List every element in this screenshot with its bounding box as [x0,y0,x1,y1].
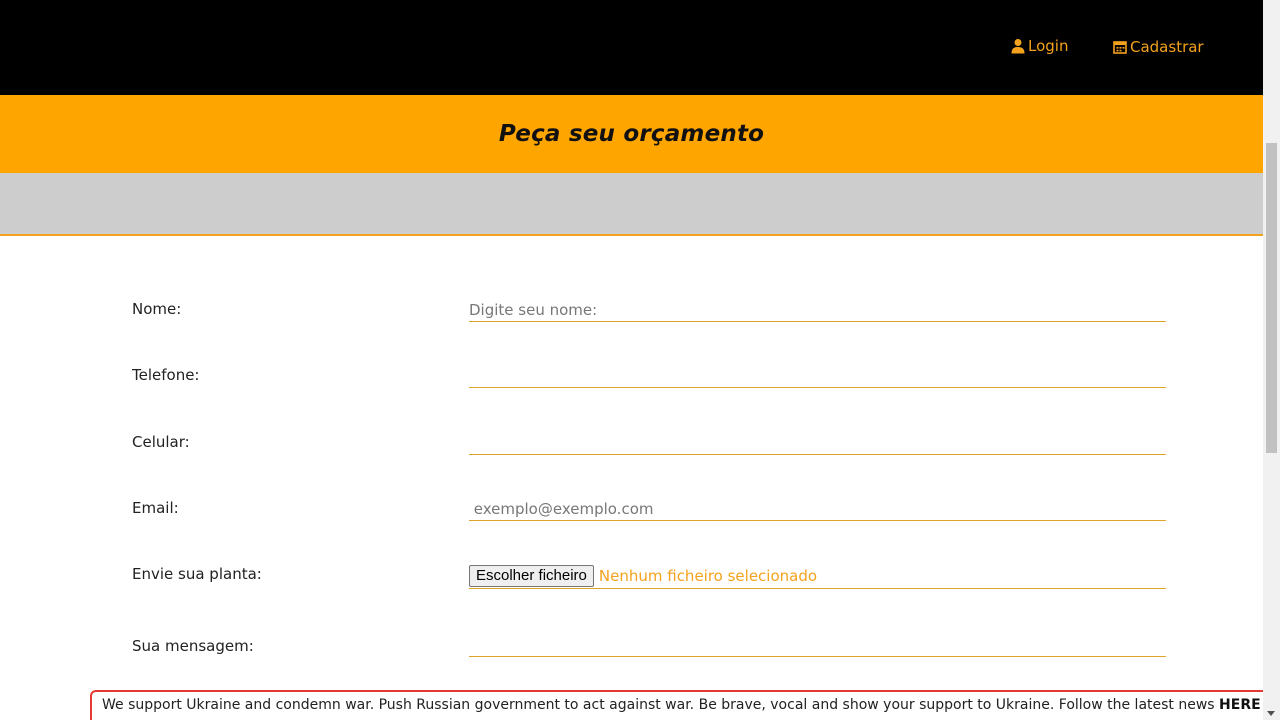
form-row-nome: Nome: [132,298,1166,338]
gray-band [0,173,1263,236]
file-status: Nenhum ficheiro selecionado [598,566,818,585]
quote-banner: Peça seu orçamento [0,95,1263,173]
email-input[interactable] [469,497,1166,521]
email-label: Email: [132,499,179,517]
choose-file-button[interactable]: Escolher ficheiro [469,564,594,587]
page-title: Peça seu orçamento [498,121,765,147]
form-row-mensagem: Sua mensagem: [132,633,1166,675]
cadastrar-link[interactable]: Cadastrar [1112,38,1204,56]
top-navbar: Login Cadastrar [0,0,1263,95]
form-row-telefone: Telefone: [132,364,1166,404]
form-row-planta: Envie sua planta: Escolher ficheiro Nenh… [132,563,1166,603]
form-row-email: Email: [132,497,1166,537]
celular-label: Celular: [132,433,190,451]
file-upload-field: Escolher ficheiro Nenhum ficheiro seleci… [469,563,1166,589]
scroll-down-arrow-icon[interactable] [1267,711,1275,716]
cadastrar-label: Cadastrar [1130,38,1204,56]
calendar-icon [1113,41,1127,54]
page-scrollbar[interactable] [1263,0,1280,720]
ukraine-support-banner: We support Ukraine and condemn war. Push… [90,690,1280,720]
scrollbar-thumb[interactable] [1266,143,1277,453]
celular-input[interactable] [469,431,1166,455]
telefone-input[interactable] [469,364,1166,388]
telefone-label: Telefone: [132,366,200,384]
user-icon [1011,39,1025,54]
form-row-celular: Celular: [132,431,1166,471]
notice-text: We support Ukraine and condemn war. Push… [102,697,1220,713]
notice-link[interactable]: HERE [1219,697,1261,713]
login-label: Login [1028,37,1069,55]
nome-label: Nome: [132,300,182,318]
login-link[interactable]: Login [1010,37,1068,55]
mensagem-label: Sua mensagem: [132,637,254,655]
nome-input[interactable] [469,298,1166,322]
mensagem-input[interactable] [469,633,1166,657]
planta-label: Envie sua planta: [132,565,262,583]
